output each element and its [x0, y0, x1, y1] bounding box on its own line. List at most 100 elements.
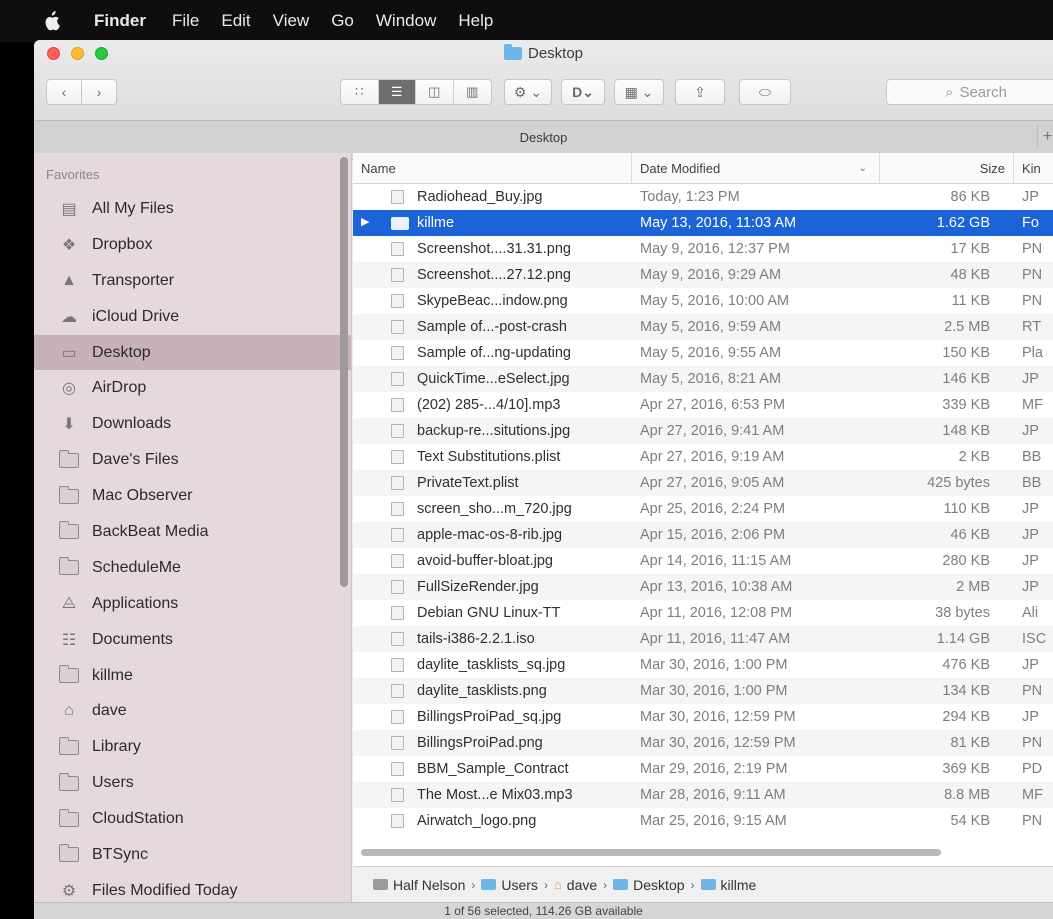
file-row[interactable]: backup-re...situtions.jpg Apr 27, 2016, 9… — [353, 418, 1053, 444]
sidebar-item-btsync[interactable]: BTSync — [34, 837, 351, 873]
file-row[interactable]: BillingsProiPad_sq.jpg Mar 30, 2016, 12:5… — [353, 704, 1053, 730]
folder-icon — [58, 557, 80, 577]
file-name: Screenshot....27.12.png — [417, 267, 571, 283]
file-row[interactable]: screen_sho...m_720.jpg Apr 25, 2016, 2:24… — [353, 496, 1053, 522]
file-row[interactable]: daylite_tasklists.png Mar 30, 2016, 1:00 … — [353, 678, 1053, 704]
cloud-icon: ☁ — [61, 308, 77, 326]
sidebar-item-backbeat-media[interactable]: BackBeat Media — [34, 514, 351, 550]
sidebar-item-dave-s-files[interactable]: Dave's Files — [34, 442, 351, 478]
folder-icon — [58, 485, 80, 505]
file-row[interactable]: avoid-buffer-bloat.jpg Apr 14, 2016, 11:1… — [353, 548, 1053, 574]
icon-view-button[interactable]: ∷ — [341, 80, 379, 104]
file-kind: PN — [1022, 293, 1043, 309]
menu-view[interactable]: View — [273, 11, 310, 31]
sidebar-item-downloads[interactable]: ⬇ Downloads — [34, 406, 351, 442]
file-row[interactable]: The Most...e Mix03.mp3 Mar 28, 2016, 9:11… — [353, 782, 1053, 808]
file-row[interactable]: daylite_tasklists_sq.jpg Mar 30, 2016, 1:… — [353, 652, 1053, 678]
arrange-menu-button[interactable]: ▦ ⌄ — [614, 79, 664, 105]
share-button[interactable]: ⇪ — [675, 79, 725, 105]
sidebar-item-documents[interactable]: ☷ Documents — [34, 622, 351, 658]
search-input[interactable]: ⌕ Search — [886, 79, 1053, 105]
back-button[interactable]: ‹ — [46, 79, 82, 105]
disclosure-triangle-icon[interactable]: ▶ — [361, 215, 369, 228]
file-name: QuickTime...eSelect.jpg — [417, 371, 570, 387]
column-header-name[interactable]: Name — [353, 153, 632, 184]
file-row[interactable]: FullSizeRender.jpg Apr 13, 2016, 10:38 AM… — [353, 574, 1053, 600]
list-view-button[interactable]: ☰ — [378, 80, 416, 104]
menu-file[interactable]: File — [172, 11, 199, 31]
file-kind: MF — [1022, 397, 1043, 413]
sidebar-item-transporter[interactable]: ▲ Transporter — [34, 263, 351, 299]
sidebar-item-users[interactable]: Users — [34, 765, 351, 801]
sidebar-item-all-my-files[interactable]: ▤ All My Files — [34, 191, 351, 227]
file-row[interactable]: apple-mac-os-8-rib.jpg Apr 15, 2016, 2:06… — [353, 522, 1053, 548]
file-row[interactable]: ▶ killme May 13, 2016, 11:03 AM 1.62 GB Fo — [353, 210, 1053, 236]
finder-window: Desktop ‹ › ∷ ☰ ◫ ▥ ⚙ ⌄ D⌄ ▦ ⌄ ⇪ ⬭ ⌕ Sea… — [34, 40, 1053, 919]
tag-button[interactable]: ⬭ — [739, 79, 791, 105]
file-row[interactable]: Text Substitutions.plist Apr 27, 2016, 9:… — [353, 444, 1053, 470]
menu-window[interactable]: Window — [376, 11, 436, 31]
file-row[interactable]: BillingsProiPad.png Mar 30, 2016, 12:59 P… — [353, 730, 1053, 756]
sidebar-item-label: Documents — [92, 630, 173, 648]
path-item-half-nelson[interactable]: Half Nelson — [373, 877, 465, 893]
chevron-right-icon: › — [603, 877, 608, 892]
sidebar-item-mac-observer[interactable]: Mac Observer — [34, 478, 351, 514]
apple-logo-icon[interactable] — [40, 10, 62, 32]
column-header-date[interactable]: Date Modified ⌄ — [632, 153, 880, 184]
file-row[interactable]: Sample of...-post-crash May 5, 2016, 9:59… — [353, 314, 1053, 340]
gear-icon: ⚙ — [61, 882, 77, 900]
sidebar-item-dropbox[interactable]: ❖ Dropbox — [34, 227, 351, 263]
sidebar-item-dave[interactable]: ⌂ dave — [34, 693, 351, 729]
file-row[interactable]: PrivateText.plist Apr 27, 2016, 9:05 AM 42… — [353, 470, 1053, 496]
sidebar-item-airdrop[interactable]: ◎ AirDrop — [34, 370, 351, 406]
desktop-icon: ▭ — [61, 344, 77, 362]
sidebar-item-cloudstation[interactable]: CloudStation — [34, 801, 351, 837]
path-item-dave[interactable]: ⌂ dave — [554, 877, 597, 893]
file-row[interactable]: tails-i386-2.2.1.iso Apr 11, 2016, 11:47 … — [353, 626, 1053, 652]
sidebar-item-killme[interactable]: killme — [34, 658, 351, 694]
file-row[interactable]: QuickTime...eSelect.jpg May 5, 2016, 8:21… — [353, 366, 1053, 392]
file-row[interactable]: Screenshot....31.31.png May 9, 2016, 12:3… — [353, 236, 1053, 262]
grid-icon: ∷ — [355, 84, 364, 99]
file-date: Mar 30, 2016, 12:59 PM — [640, 709, 796, 725]
path-item-desktop[interactable]: Desktop — [613, 877, 685, 893]
file-row[interactable]: BBM_Sample_Contract Mar 29, 2016, 2:19 PM… — [353, 756, 1053, 782]
path-item-killme[interactable]: killme — [700, 877, 756, 893]
menu-go[interactable]: Go — [331, 11, 354, 31]
column-header-kind[interactable]: Kin — [1014, 153, 1053, 184]
sidebar-item-icloud-drive[interactable]: ☁ iCloud Drive — [34, 299, 351, 335]
file-row[interactable]: Screenshot....27.12.png May 9, 2016, 9:29… — [353, 262, 1053, 288]
action-menu-button[interactable]: ⚙ ⌄ — [504, 79, 552, 105]
file-name: daylite_tasklists_sq.jpg — [417, 657, 566, 673]
sidebar-item-files-modified-today[interactable]: ⚙ Files Modified Today — [34, 873, 351, 902]
file-size: 294 KB — [942, 709, 990, 725]
file-row[interactable]: Airwatch_logo.png Mar 25, 2016, 9:15 AM 54… — [353, 808, 1053, 834]
file-row[interactable]: Sample of...ng-updating May 5, 2016, 9:55… — [353, 340, 1053, 366]
file-row[interactable]: SkypeBeac...indow.png May 5, 2016, 10:00 … — [353, 288, 1053, 314]
dropbox-menu-button[interactable]: D⌄ — [561, 79, 605, 105]
path-item-users[interactable]: Users — [481, 877, 538, 893]
sidebar-item-library[interactable]: Library — [34, 729, 351, 765]
file-name: apple-mac-os-8-rib.jpg — [417, 527, 563, 543]
sidebar-item-scheduleme[interactable]: ScheduleMe — [34, 550, 351, 586]
menu-help[interactable]: Help — [458, 11, 493, 31]
forward-button[interactable]: › — [81, 79, 117, 105]
file-size: 2.5 MB — [944, 319, 990, 335]
horizontal-scrollbar[interactable] — [361, 849, 941, 856]
file-name: BBM_Sample_Contract — [417, 761, 569, 777]
new-tab-button[interactable]: + — [1037, 125, 1053, 149]
file-row[interactable]: Debian GNU Linux-TT Apr 11, 2016, 12:08 P… — [353, 600, 1053, 626]
coverflow-view-button[interactable]: ▥ — [454, 80, 491, 104]
folder-icon — [58, 808, 80, 828]
column-view-button[interactable]: ◫ — [416, 80, 454, 104]
column-header-size[interactable]: Size — [880, 153, 1014, 184]
menu-edit[interactable]: Edit — [221, 11, 250, 31]
sidebar-item-desktop[interactable]: ▭ Desktop — [34, 334, 351, 371]
tab-desktop[interactable]: Desktop — [520, 130, 568, 145]
sidebar-item-applications[interactable]: ⨺ Applications — [34, 586, 351, 622]
menu-app-finder[interactable]: Finder — [94, 11, 146, 31]
file-row[interactable]: (202) 285-...4/10].mp3 Apr 27, 2016, 6:53… — [353, 392, 1053, 418]
sidebar-scrollbar[interactable] — [340, 157, 348, 587]
file-row[interactable]: Radiohead_Buy.jpg Today, 1:23 PM 86 KB JP — [353, 184, 1053, 210]
file-date: May 5, 2016, 8:21 AM — [640, 371, 782, 387]
